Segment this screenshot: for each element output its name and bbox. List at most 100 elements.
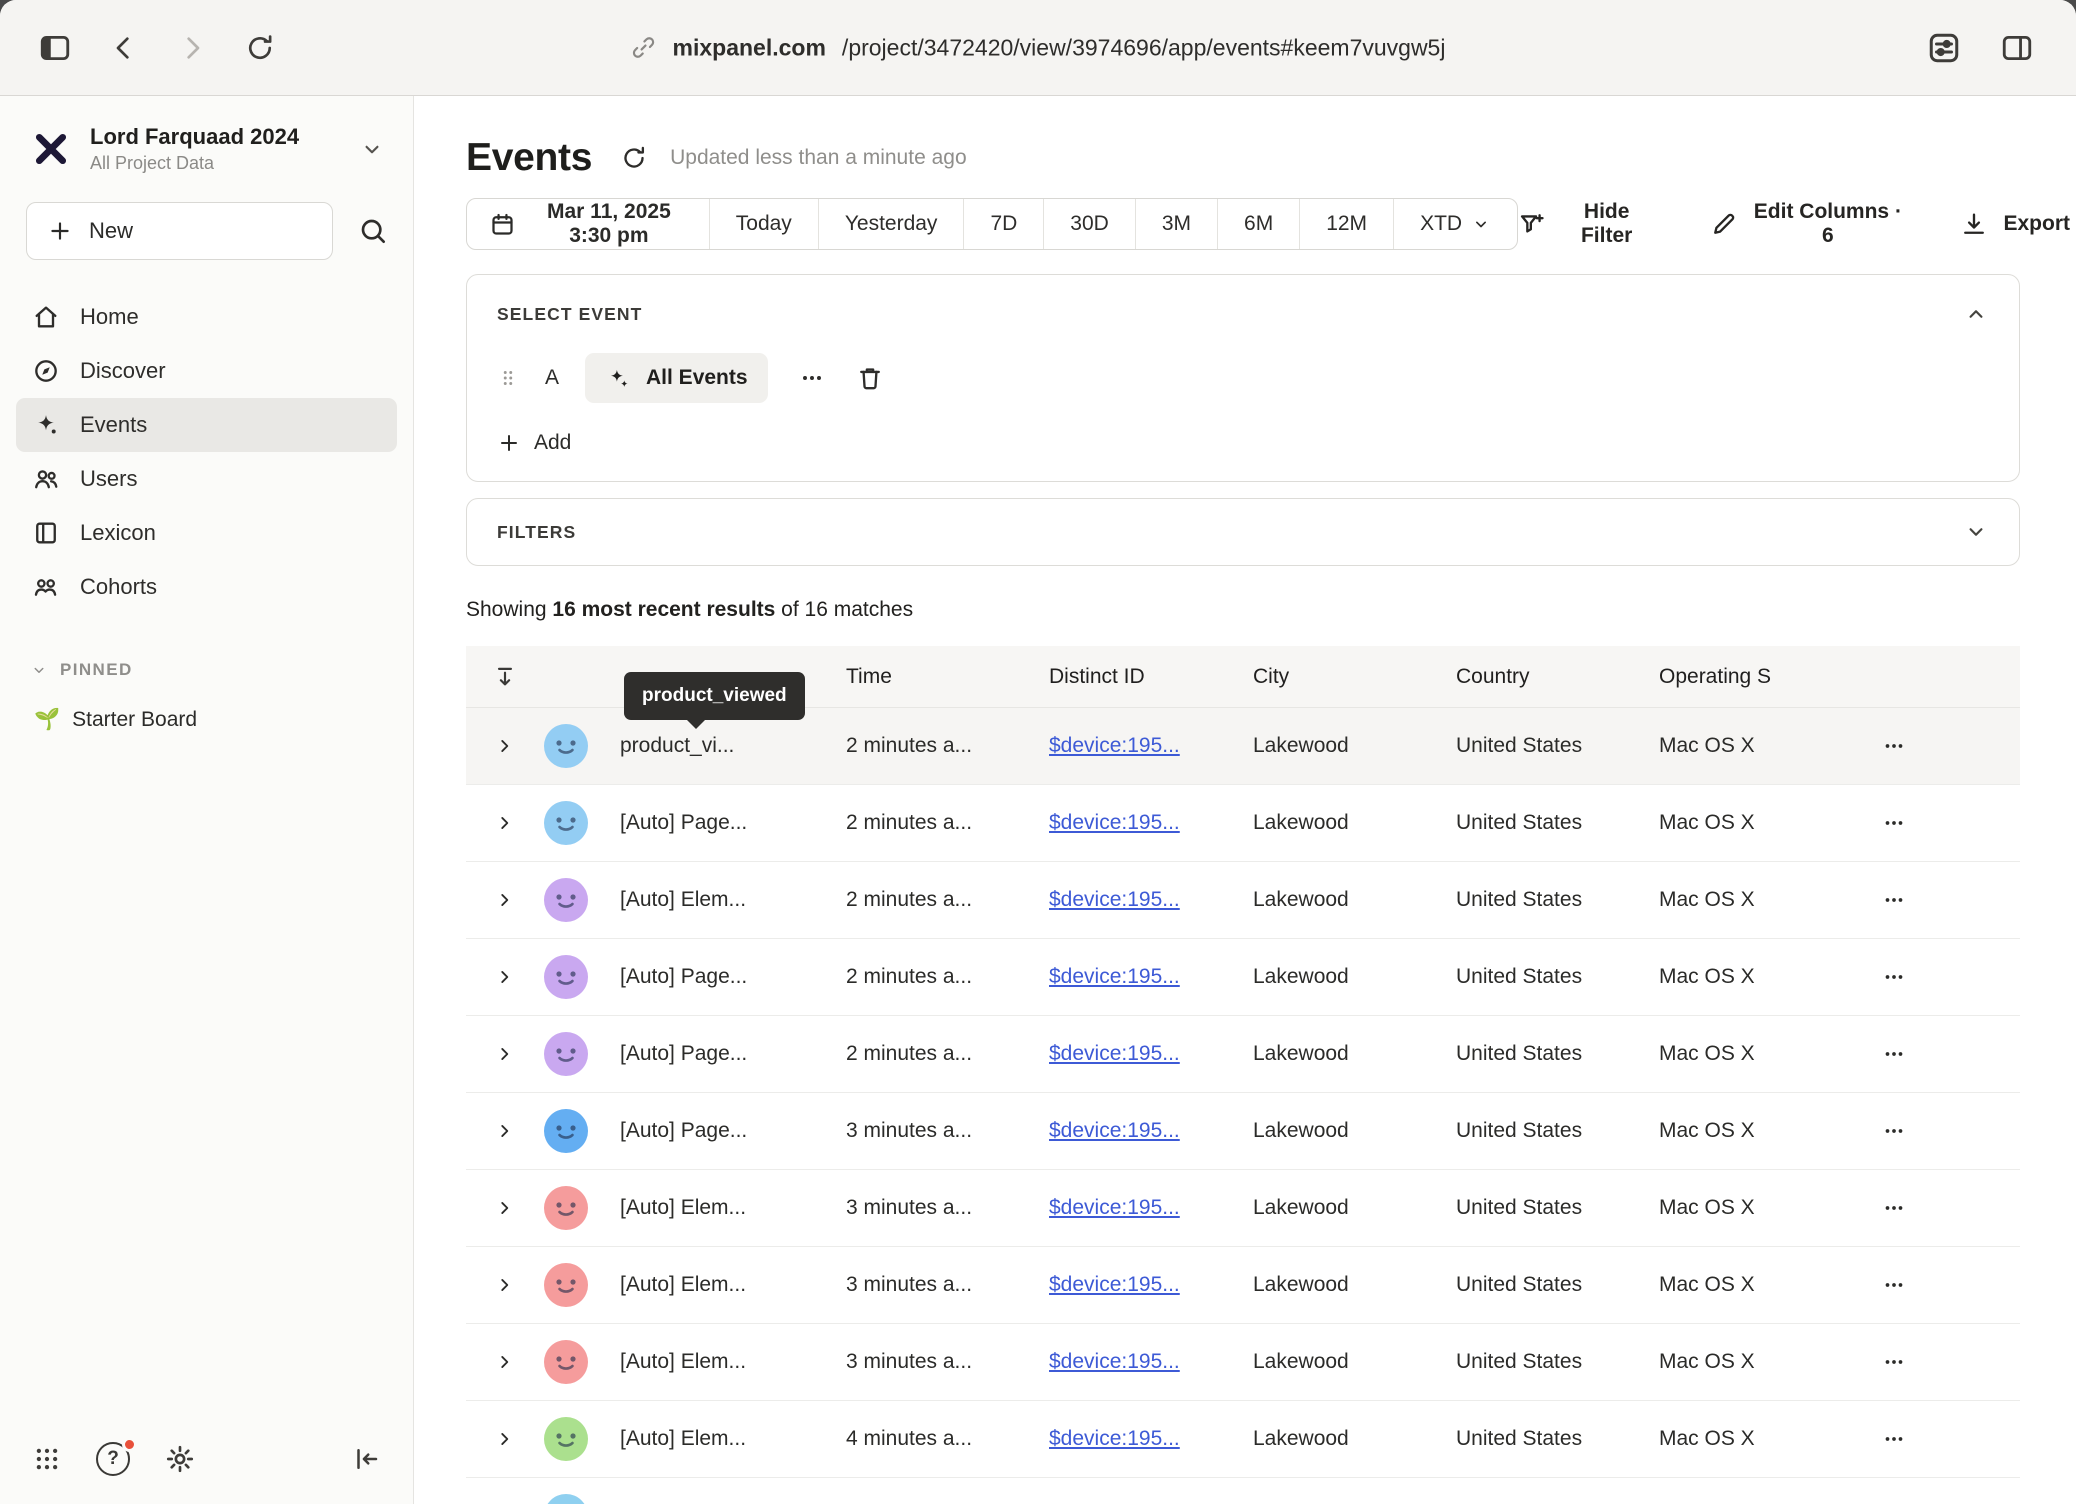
hide-filter-button[interactable]: Hide Filter — [1518, 200, 1652, 248]
sidebar-item-events[interactable]: Events — [16, 398, 397, 452]
export-button[interactable]: Export — [1960, 210, 2070, 238]
url-bar[interactable]: mixpanel.com/project/3472420/view/397469… — [631, 34, 1446, 61]
pinned-section-toggle[interactable]: PINNED — [30, 660, 413, 680]
table-row[interactable]: [Auto] Elem... 2 minutes a... $device:19… — [466, 862, 2020, 939]
edit-columns-button[interactable]: Edit Columns · 6 — [1710, 200, 1902, 248]
reload-icon[interactable] — [244, 32, 276, 64]
event-selector-button[interactable]: All Events — [585, 353, 768, 403]
forward-icon[interactable] — [176, 32, 208, 64]
row-expand-icon[interactable] — [494, 1428, 516, 1450]
event-more-icon[interactable] — [798, 364, 826, 392]
range-3m[interactable]: 3M — [1135, 199, 1217, 249]
row-more-icon[interactable] — [1881, 887, 1907, 913]
distinct-id-link[interactable]: $device:195... — [1049, 965, 1253, 989]
trash-icon[interactable] — [856, 364, 884, 392]
sidebar-item-home[interactable]: Home — [16, 290, 397, 344]
table-row[interactable]: [Auto] Page... 2 minutes a... $device:19… — [466, 939, 2020, 1016]
sidebar-item-discover[interactable]: Discover — [16, 344, 397, 398]
city-cell: Lakewood — [1253, 1273, 1456, 1297]
row-more-icon[interactable] — [1881, 1349, 1907, 1375]
table-row[interactable]: [Auto] Elem... 3 minutes a... $device:19… — [466, 1324, 2020, 1401]
avatar — [544, 1032, 588, 1076]
row-more-icon[interactable] — [1881, 1041, 1907, 1067]
sidebar-item-lexicon[interactable]: Lexicon — [16, 506, 397, 560]
range-7d[interactable]: 7D — [963, 199, 1043, 249]
row-more-icon[interactable] — [1881, 1272, 1907, 1298]
distinct-id-link[interactable]: $device:195... — [1049, 734, 1253, 758]
sidebar-toggle-icon[interactable] — [38, 31, 72, 65]
row-expand-icon[interactable] — [494, 812, 516, 834]
date-picker-button[interactable]: Mar 11, 2025 3:30 pm — [467, 199, 709, 249]
gear-icon[interactable] — [164, 1443, 196, 1475]
distinct-id-link[interactable]: $device:195... — [1049, 1196, 1253, 1220]
range-yesterday[interactable]: Yesterday — [818, 199, 964, 249]
os-cell: Mac OS X — [1659, 1119, 1861, 1143]
table-row[interactable]: [Auto] Elem... 4 minutes a... $device:19… — [466, 1401, 2020, 1478]
column-header-time[interactable]: Time — [846, 665, 1049, 689]
range-6m[interactable]: 6M — [1217, 199, 1299, 249]
table-row[interactable]: [Auto] Elem... 3 minutes a... $device:19… — [466, 1247, 2020, 1324]
row-expand-icon[interactable] — [494, 735, 516, 757]
distinct-id-link[interactable]: $device:195... — [1049, 888, 1253, 912]
event-time: 4 minutes a... — [846, 1427, 1049, 1451]
row-expand-icon[interactable] — [494, 889, 516, 911]
row-more-icon[interactable] — [1881, 964, 1907, 990]
filters-header: FILTERS — [497, 522, 576, 543]
sidebar: Lord Farquaad 2024 All Project Data New — [0, 96, 414, 1504]
column-header-city[interactable]: City — [1253, 665, 1456, 689]
row-expand-icon[interactable] — [494, 966, 516, 988]
right-panel-toggle-icon[interactable] — [2000, 31, 2034, 65]
column-header-distinct-id[interactable]: Distinct ID — [1049, 665, 1253, 689]
row-more-icon[interactable] — [1881, 1426, 1907, 1452]
apps-grid-icon[interactable] — [32, 1444, 62, 1474]
row-expand-icon[interactable] — [494, 1120, 516, 1142]
row-expand-icon[interactable] — [494, 1043, 516, 1065]
event-name: [Auto] Elem... — [620, 1196, 846, 1220]
search-icon[interactable] — [357, 215, 389, 247]
event-name: [Auto] Elem... — [620, 888, 846, 912]
collapse-section-icon[interactable] — [1963, 301, 1989, 327]
drag-handle-icon[interactable] — [497, 365, 519, 391]
sidebar-item-starter-board[interactable]: 🌱 Starter Board — [34, 708, 413, 732]
sidebar-item-users[interactable]: Users — [16, 452, 397, 506]
range-xtd[interactable]: XTD — [1393, 199, 1517, 249]
add-event-button[interactable]: Add — [497, 431, 571, 455]
distinct-id-link[interactable]: $device:195... — [1049, 1042, 1253, 1066]
distinct-id-link[interactable]: $device:195... — [1049, 1427, 1253, 1451]
table-row[interactable]: [Auto] Page... 2 minutes a... $device:19… — [466, 785, 2020, 862]
collapse-sidebar-icon[interactable] — [351, 1444, 381, 1474]
row-expand-icon[interactable] — [494, 1351, 516, 1373]
row-more-icon[interactable] — [1881, 1195, 1907, 1221]
table-row[interactable]: [Auto] Page... 3 minutes a... $device:19… — [466, 1093, 2020, 1170]
new-button[interactable]: New — [26, 202, 333, 260]
distinct-id-link[interactable]: $device:195... — [1049, 811, 1253, 835]
distinct-id-link[interactable]: $device:195... — [1049, 1350, 1253, 1374]
project-switcher[interactable]: Lord Farquaad 2024 All Project Data — [0, 124, 413, 174]
pinned-label: PINNED — [60, 660, 133, 680]
sidebar-item-cohorts[interactable]: Cohorts — [16, 560, 397, 614]
range-12m[interactable]: 12M — [1299, 199, 1393, 249]
event-time: 2 minutes a... — [846, 888, 1049, 912]
column-header-country[interactable]: Country — [1456, 665, 1659, 689]
range-today[interactable]: Today — [709, 199, 818, 249]
range-30d[interactable]: 30D — [1043, 199, 1135, 249]
table-row[interactable]: [Auto] Elem... 3 minutes a... $device:19… — [466, 1170, 2020, 1247]
distinct-id-link[interactable]: $device:195... — [1049, 1273, 1253, 1297]
expand-section-icon[interactable] — [1963, 519, 1989, 545]
refresh-icon[interactable] — [620, 144, 648, 172]
export-label: Export — [2003, 212, 2070, 236]
table-row[interactable]: [Auto] Page... 2 minutes a... $device:19… — [466, 1016, 2020, 1093]
row-more-icon[interactable] — [1881, 1118, 1907, 1144]
table-row[interactable] — [466, 1478, 2020, 1504]
column-header-os[interactable]: Operating S — [1659, 665, 1861, 689]
row-more-icon[interactable] — [1881, 733, 1907, 759]
home-icon — [32, 303, 60, 331]
row-expand-icon[interactable] — [494, 1197, 516, 1219]
browser-settings-icon[interactable] — [1926, 30, 1962, 66]
row-expand-icon[interactable] — [494, 1274, 516, 1296]
city-cell: Lakewood — [1253, 1042, 1456, 1066]
distinct-id-link[interactable]: $device:195... — [1049, 1119, 1253, 1143]
row-more-icon[interactable] — [1881, 810, 1907, 836]
back-icon[interactable] — [108, 32, 140, 64]
freeze-column-icon[interactable] — [492, 664, 518, 690]
